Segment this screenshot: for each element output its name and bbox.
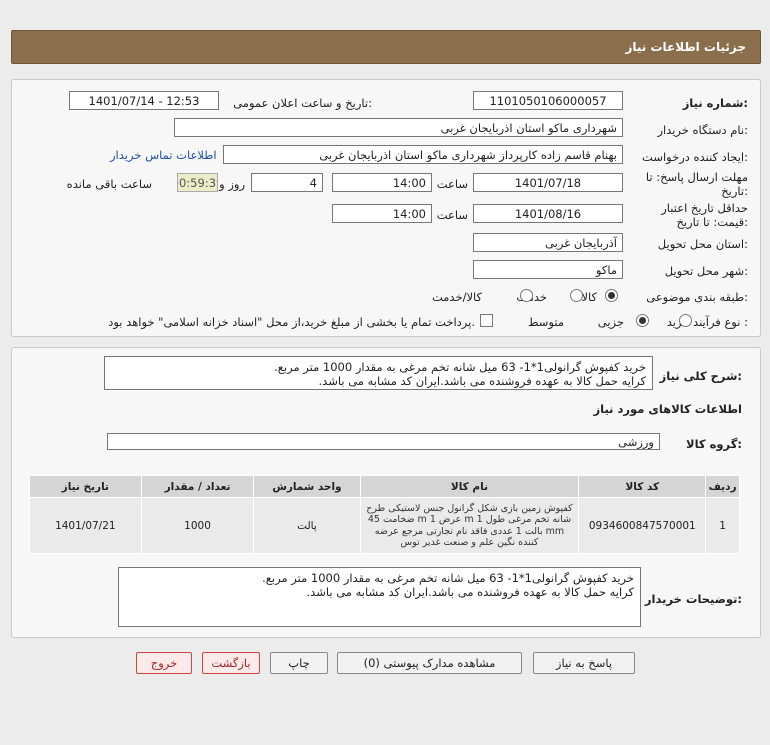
- goods-table-header: ردیف کد کالا نام کالا واحد شمارش تعداد /…: [29, 475, 740, 498]
- deadline-date-field: 1401/07/18: [473, 173, 623, 192]
- buyer-org-label: نام دستگاه خریدار:: [657, 123, 748, 137]
- buyer-contact-link[interactable]: اطلاعات تماس خریدار: [110, 148, 217, 162]
- process-radio-medium[interactable]: [635, 314, 649, 327]
- cell-qty: 1000: [140, 497, 255, 554]
- category-radio-goods[interactable]: [605, 289, 618, 302]
- days-label: روز و: [219, 177, 245, 191]
- goods-group-field: ورزشی: [107, 433, 660, 450]
- process-radio-minor[interactable]: [678, 314, 692, 327]
- process-option-medium: متوسط: [527, 315, 564, 329]
- col-unit: واحد شمارش: [253, 475, 361, 498]
- process-option-minor: جزیی: [597, 315, 624, 329]
- remaining-timer: 00:59:39: [177, 173, 218, 192]
- goods-table: ردیف کد کالا نام کالا واحد شمارش تعداد /…: [29, 475, 740, 554]
- back-button[interactable]: بازگشت: [202, 652, 260, 674]
- cell-unit: پالت: [253, 497, 361, 554]
- validity-label: حداقل تاریخ اعتبار: [661, 201, 748, 215]
- reply-button[interactable]: پاسخ به نیاز: [533, 652, 635, 674]
- validity-date-field: 1401/08/16: [473, 204, 623, 223]
- treasury-payment-checkbox[interactable]: [480, 314, 493, 327]
- cell-code: 0934600847570001: [578, 497, 707, 554]
- province-field: آذربایجان غربی: [473, 233, 623, 252]
- validity-time-label: ساعت: [436, 208, 468, 222]
- summary-label: شرح کلی نیاز:: [659, 369, 742, 383]
- category-option-goods: کالا: [581, 290, 597, 304]
- category-label: طبقه بندی موضوعی:: [646, 290, 748, 304]
- exit-button[interactable]: خروج: [136, 652, 192, 674]
- category-option-goods-service: کالا/خدمت: [431, 290, 482, 304]
- goods-section-title: اطلاعات کالاهای مورد نیاز: [593, 402, 742, 416]
- buyer-notes-text: خرید کفپوش گرانولی1*1- 63 میل شانه تخم م…: [118, 567, 641, 627]
- attachments-button[interactable]: مشاهده مدارک پیوستی (0): [337, 652, 522, 674]
- days-field: 4: [251, 173, 323, 192]
- remaining-label: ساعت باقی مانده: [66, 177, 152, 191]
- need-number-field: 1101050106000057: [473, 91, 623, 110]
- col-name: نام کالا: [359, 475, 580, 498]
- col-code: کد کالا: [578, 475, 707, 498]
- cell-name: کفپوش زمین بازی شکل گرانول جنس لاستیکی ط…: [359, 497, 580, 554]
- page-title: جزئيات اطلاعات نياز: [625, 40, 746, 54]
- summary-text: خرید کفپوش گرانولی1*1- 63 میل شانه تخم م…: [104, 356, 653, 390]
- validity-time-field: 14:00: [332, 204, 432, 223]
- requester-label: ایجاد کننده درخواست:: [642, 150, 748, 164]
- buyer-notes-label: توضیحات خریدار:: [644, 592, 742, 606]
- col-date: تاریخ نیاز: [29, 475, 142, 498]
- deadline-time-label: ساعت: [436, 177, 468, 191]
- province-label: استان محل تحویل:: [657, 237, 748, 251]
- page-title-bar: جزئيات اطلاعات نياز: [11, 30, 761, 64]
- requester-field: بهنام قاسم زاده کارپرداز شهرداری ماکو اس…: [223, 145, 623, 164]
- announce-field: 1401/07/14 - 12:53: [69, 91, 219, 110]
- need-number-label: شماره نیاز:: [682, 96, 748, 110]
- deadline-label: مهلت ارسال پاسخ: تا: [645, 170, 748, 184]
- deadline-time-field: 14:00: [332, 173, 432, 192]
- print-button[interactable]: چاپ: [270, 652, 328, 674]
- cell-date: 1401/07/21: [29, 497, 142, 554]
- col-row: ردیف: [705, 475, 740, 498]
- category-radio-service[interactable]: [569, 289, 583, 302]
- col-qty: تعداد / مقدار: [140, 475, 255, 498]
- buyer-org-field: شهرداری ماکو استان اذربایجان غربی: [174, 118, 623, 137]
- deadline-date-label: تاریخ:: [721, 184, 748, 198]
- table-row: 1 0934600847570001 کفپوش زمین بازی شکل گ…: [29, 497, 740, 554]
- treasury-payment-note: پرداخت تمام یا بخشی از مبلغ خرید،از محل …: [108, 315, 475, 329]
- cell-row: 1: [705, 497, 740, 554]
- city-field: ماکو: [473, 260, 623, 279]
- city-label: شهر محل تحویل:: [664, 264, 748, 278]
- goods-group-label: گروه کالا:: [686, 437, 742, 451]
- announce-label: تاریخ و ساعت اعلان عمومی:: [233, 96, 372, 110]
- validity-date-label: قیمت: تا تاریخ:: [676, 215, 748, 229]
